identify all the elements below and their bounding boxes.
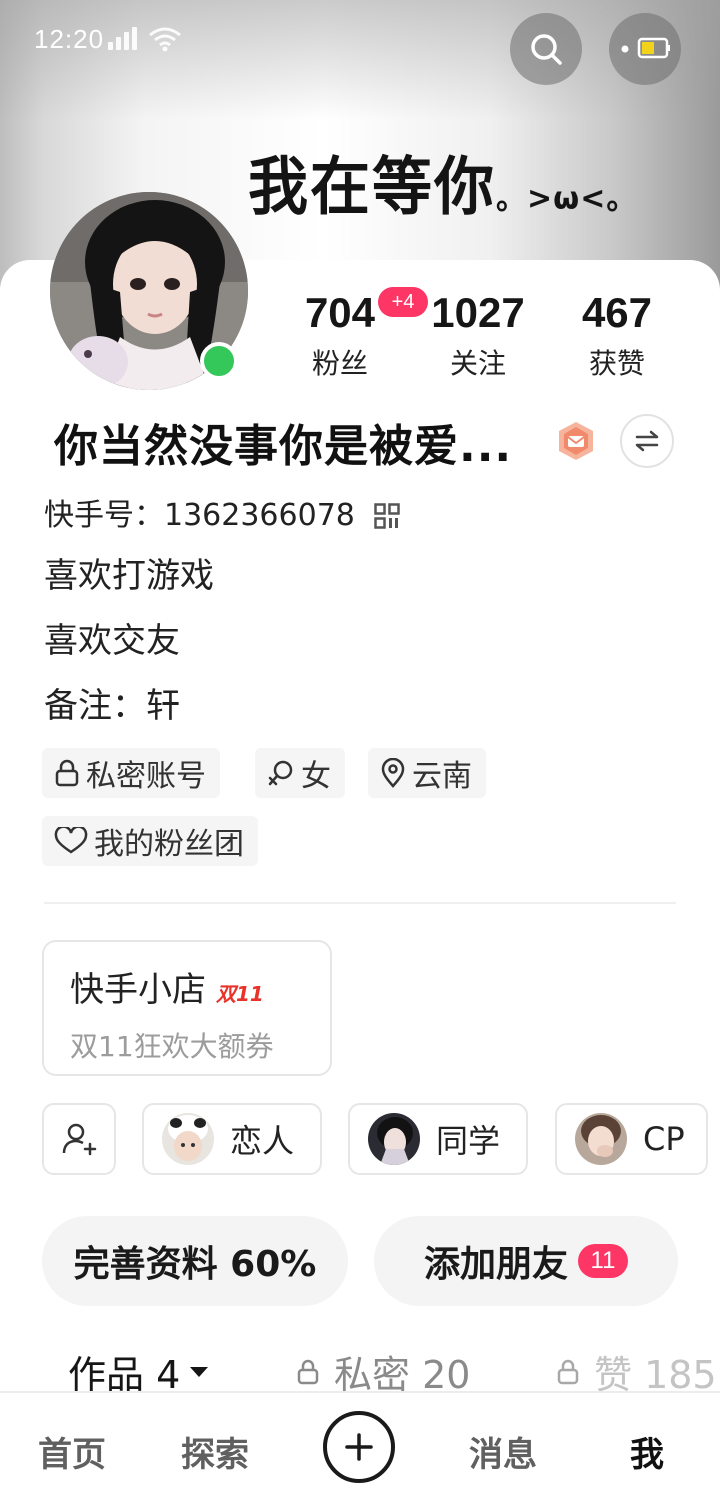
private-account-chip[interactable]: 私密账号 [42,748,220,798]
nav-home[interactable]: 首页 [38,1427,106,1476]
lover-avatar [162,1113,214,1165]
add-friends-button[interactable]: 添加朋友 11 [374,1216,678,1306]
stat-following[interactable]: 1027 关注 [426,290,530,382]
lock-icon [55,759,79,787]
stat-likes[interactable]: 467 获赞 [572,290,662,382]
cell-signal-icon [108,26,138,50]
status-icons [108,26,182,52]
qr-code-icon[interactable] [374,502,401,537]
followers-count: 704 [304,289,376,336]
add-person-icon [62,1123,97,1156]
double11-tag: 双11 [216,982,264,1006]
kuaishou-id[interactable]: 快手号：1362366078 [44,490,401,537]
divider [44,902,676,904]
search-icon [531,34,562,65]
switch-account-button[interactable] [620,414,674,468]
search-button[interactable] [510,13,582,85]
gender-chip[interactable]: 女 [255,748,345,798]
following-label: 关注 [449,347,506,380]
followers-label: 粉丝 [311,347,368,380]
status-time: 12:20 [34,24,105,54]
wifi-icon [149,27,181,52]
bio-line: 备注：轩 [44,686,180,726]
heart-icon [54,827,88,854]
location-chip[interactable]: 云南 [368,748,486,798]
swap-icon [635,430,659,452]
shop-subtitle: 双11狂欢大额券 [70,1030,274,1063]
relation-label: 同学 [436,1122,501,1160]
nickname[interactable]: 你当然没事你是被爱... [54,410,512,474]
lock-icon [557,1359,579,1384]
female-icon [268,760,293,786]
online-status-indicator [200,342,238,380]
shop-title: 快手小店 双11 [70,970,264,1010]
location-pin-icon [381,758,405,788]
level-badge-icon[interactable] [556,420,596,462]
more-button[interactable] [609,13,681,85]
classmate-avatar [368,1113,420,1165]
bio-line: 喜欢交友 [44,621,180,661]
cp-avatar [575,1113,627,1165]
bottom-nav: 首页 探索 消息 我 [0,1391,720,1497]
following-count: 1027 [431,289,525,336]
relation-lover[interactable]: 恋人 [142,1103,322,1175]
fan-group-chip[interactable]: 我的粉丝团 [42,816,258,866]
nav-explore[interactable]: 探索 [181,1427,249,1476]
relation-classmate[interactable]: 同学 [348,1103,528,1175]
plus-icon [345,1433,373,1461]
more-icon [621,37,670,59]
create-post-button[interactable] [323,1411,395,1483]
relation-label: 恋人 [230,1122,295,1160]
bio-line: 喜欢打游戏 [44,556,214,596]
relation-cp[interactable]: CP [555,1103,708,1175]
relation-label: CP [643,1120,685,1158]
nav-me[interactable]: 我 [630,1427,664,1476]
likes-count: 467 [581,289,653,336]
kuaishou-shop-card[interactable]: 快手小店 双11 双11狂欢大额券 [42,940,332,1076]
likes-label: 获赞 [588,347,645,380]
caret-down-icon [190,1366,209,1377]
complete-profile-button[interactable]: 完善资料 60% [42,1216,348,1306]
banner-text: 我在等你。>ω<。 [248,150,638,225]
nav-messages[interactable]: 消息 [469,1427,537,1476]
add-friends-count-badge: 11 [578,1244,628,1278]
stat-followers[interactable]: 704 粉丝 [300,290,380,382]
lock-icon [297,1359,319,1384]
new-followers-badge: +4 [378,287,428,317]
add-relation-button[interactable] [42,1103,116,1175]
